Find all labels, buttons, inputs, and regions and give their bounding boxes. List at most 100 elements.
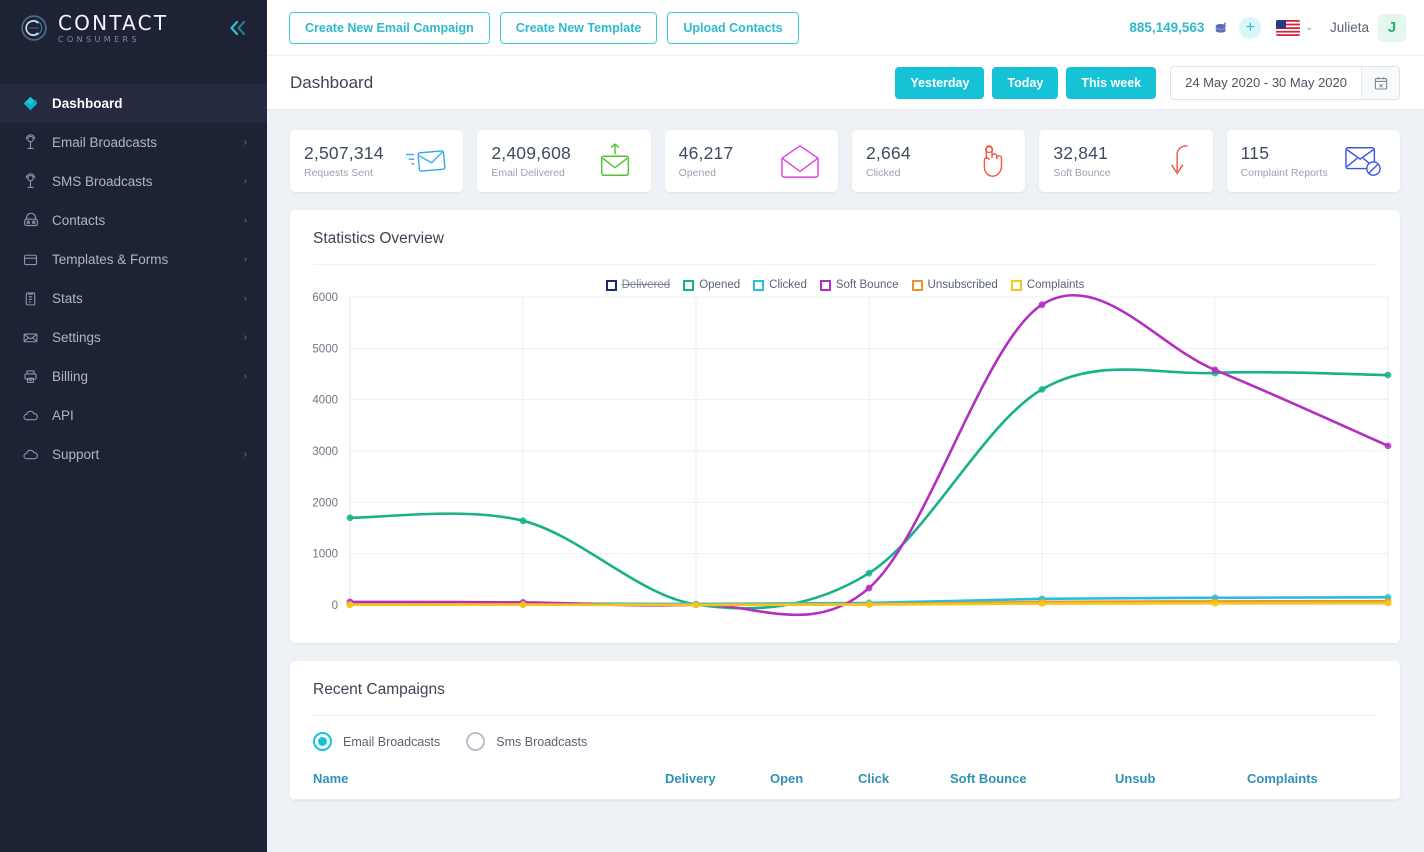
sidebar-item-billing[interactable]: Billing ›	[0, 357, 267, 396]
range-this-week-button[interactable]: This week	[1066, 66, 1157, 99]
svg-text:4000: 4000	[312, 395, 338, 407]
kpi-card-email-delivered: 2,409,608 Email Delivered	[477, 130, 651, 192]
sidebar-item-email-broadcasts[interactable]: Email Broadcasts ›	[0, 123, 267, 162]
logo-text: CONTACT CONSUMERS	[58, 13, 168, 44]
sidebar-item-label: API	[52, 408, 74, 423]
column-header-unsub[interactable]: Unsub	[1115, 763, 1247, 800]
sidebar-item-caret: ›	[243, 254, 247, 265]
radio-label: Sms Broadcasts	[496, 734, 588, 749]
sidebar-item-label: Email Broadcasts	[52, 135, 158, 150]
dashboard-content: 2,507,314 Requests Sent 2,409,608 Email …	[267, 110, 1424, 852]
top-toolbar: Create New Email Campaign Create New Tem…	[267, 0, 1424, 56]
logo-icon	[21, 15, 47, 41]
range-today-button[interactable]: Today	[992, 66, 1059, 99]
broadcast-icon	[22, 173, 44, 190]
credit-balance: 885,149,563	[1129, 20, 1205, 35]
column-header-name[interactable]: Name	[290, 763, 665, 800]
cloud-icon	[22, 407, 44, 425]
radio-sms-broadcasts[interactable]: Sms Broadcasts	[466, 732, 587, 751]
svg-text:0: 0	[332, 600, 338, 612]
sidebar-item-contacts[interactable]: Contacts ›	[0, 201, 267, 240]
logo-subtitle: CONSUMERS	[58, 34, 140, 44]
column-header-click[interactable]: Click	[858, 763, 950, 800]
date-range-value: 24 May 2020 - 30 May 2020	[1185, 74, 1347, 90]
kpi-label: Soft Bounce	[1053, 167, 1111, 179]
radio-email-broadcasts[interactable]: Email Broadcasts	[313, 732, 440, 751]
sidebar-item-label: Templates & Forms	[52, 252, 169, 267]
statistics-chart: Delivered Opened Clicked Soft Bounce Uns…	[290, 265, 1400, 643]
top-right-cluster: 885,149,563 + ⌄ Julieta J	[1129, 13, 1406, 42]
svg-text:3000: 3000	[312, 446, 338, 458]
sidebar-item-dashboard[interactable]: Dashboard	[0, 84, 267, 123]
sidebar-nav: Dashboard Email Broadcasts › SMS Broadca…	[0, 84, 267, 474]
sidebar-item-caret: ›	[243, 332, 247, 343]
kpi-card-opened: 46,217 Opened	[664, 130, 838, 192]
radio-indicator	[313, 732, 332, 751]
sidebar-item-caret: ›	[243, 293, 247, 304]
radio-indicator	[466, 732, 486, 751]
column-header-soft-bounce[interactable]: Soft Bounce	[950, 763, 1115, 800]
printer-icon	[22, 368, 44, 385]
kpi-value: 2,507,314	[304, 143, 384, 163]
column-header-complaints[interactable]: Complaints	[1247, 763, 1400, 800]
sidebar-item-caret: ›	[243, 176, 247, 187]
bounce-arrow-icon	[1163, 142, 1197, 180]
us-flag-icon	[1276, 19, 1301, 36]
page-title: Dashboard	[290, 72, 374, 92]
kpi-value: 46,217	[678, 143, 734, 163]
click-hand-icon	[975, 142, 1009, 180]
sidebar-item-caret: ›	[243, 137, 247, 148]
sidebar-item-caret: ›	[243, 449, 247, 460]
date-range-input[interactable]: 24 May 2020 - 30 May 2020	[1170, 65, 1400, 100]
sidebar-item-api[interactable]: API	[0, 396, 267, 435]
sidebar-item-sms-broadcasts[interactable]: SMS Broadcasts ›	[0, 162, 267, 201]
kpi-label: Opened	[678, 167, 717, 179]
calendar-icon[interactable]	[1361, 66, 1399, 99]
create-new-template-button[interactable]: Create New Template	[499, 11, 658, 44]
column-header-delivery[interactable]: Delivery	[665, 763, 770, 800]
svg-text:5000: 5000	[312, 343, 338, 355]
chevron-down-icon: ⌄	[1305, 22, 1313, 32]
sidebar-collapse-icon[interactable]	[227, 19, 249, 37]
sidebar: CONTACT CONSUMERS Dashboard Email Broadc…	[0, 0, 267, 852]
kpi-card-complaint-reports: 115 Complaint Reports	[1226, 130, 1400, 192]
delivered-envelope-icon	[595, 142, 635, 180]
open-envelope-icon	[778, 143, 822, 179]
envelope-icon	[22, 329, 44, 346]
contacts-icon	[22, 212, 44, 230]
broadcast-icon	[22, 134, 44, 151]
range-yesterday-button[interactable]: Yesterday	[895, 66, 985, 99]
sidebar-item-caret: ›	[243, 215, 247, 226]
blocked-envelope-icon	[1342, 143, 1384, 179]
kpi-value: 2,664	[865, 143, 911, 163]
sidebar-item-label: Settings	[52, 330, 101, 345]
top-action-buttons: Create New Email Campaign Create New Tem…	[289, 11, 799, 44]
sidebar-item-templates-and-forms[interactable]: Templates & Forms ›	[0, 240, 267, 279]
radio-label: Email Broadcasts	[343, 734, 441, 749]
sidebar-item-label: Stats	[52, 291, 83, 306]
kpi-label: Complaint Reports	[1240, 167, 1328, 179]
kpi-value: 32,841	[1053, 143, 1109, 163]
table-header-row: Name Delivery Open Click Soft Bounce Uns…	[290, 763, 1400, 800]
sidebar-item-caret: ›	[243, 371, 247, 382]
coins-icon	[1213, 19, 1230, 36]
create-new-email-campaign-button[interactable]: Create New Email Campaign	[289, 11, 490, 44]
clipboard-icon	[22, 290, 44, 307]
sidebar-item-label: Contacts	[52, 213, 106, 228]
sidebar-item-settings[interactable]: Settings ›	[0, 318, 267, 357]
avatar[interactable]: J	[1378, 13, 1406, 42]
upload-contacts-button[interactable]: Upload Contacts	[667, 11, 799, 44]
brand-row: CONTACT CONSUMERS	[0, 0, 267, 56]
logo-title: CONTACT	[58, 10, 169, 35]
sidebar-item-support[interactable]: Support ›	[0, 435, 267, 474]
column-header-open[interactable]: Open	[770, 763, 858, 800]
sidebar-item-label: Billing	[52, 369, 89, 384]
page-header: Dashboard Yesterday Today This week 24 M…	[267, 56, 1424, 110]
send-envelope-icon	[405, 144, 447, 178]
language-selector[interactable]: ⌄	[1276, 19, 1313, 36]
svg-text:1000: 1000	[312, 549, 338, 561]
add-credits-button[interactable]: +	[1239, 16, 1262, 39]
date-range-controls: Yesterday Today This week 24 May 2020 - …	[895, 65, 1400, 100]
svg-text:2000: 2000	[312, 497, 338, 509]
sidebar-item-stats[interactable]: Stats ›	[0, 279, 267, 318]
